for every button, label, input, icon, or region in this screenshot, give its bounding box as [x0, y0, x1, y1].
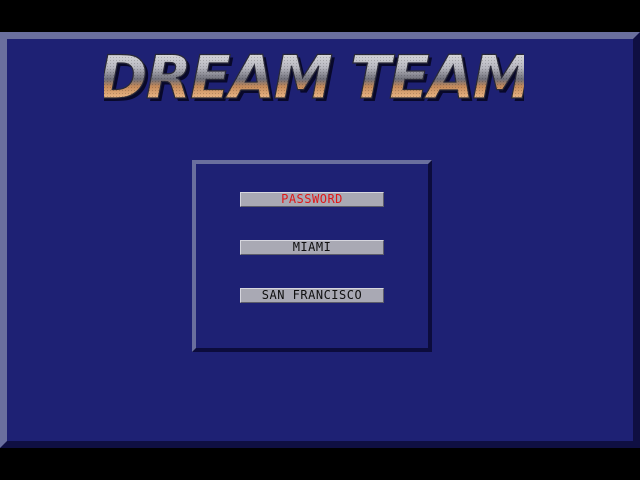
- game-screen: DREAM TEAM DREAM TEAM DREAM TEAM PASSWOR…: [0, 0, 640, 480]
- miami-button[interactable]: MIAMI: [240, 240, 384, 255]
- title-logo-texture: DREAM TEAM: [104, 43, 524, 108]
- san-francisco-button[interactable]: SAN FRANCISCO: [240, 288, 384, 303]
- menu-box: [192, 160, 432, 352]
- title-logo: DREAM TEAM DREAM TEAM DREAM TEAM: [104, 42, 524, 108]
- password-button[interactable]: PASSWORD: [240, 192, 384, 207]
